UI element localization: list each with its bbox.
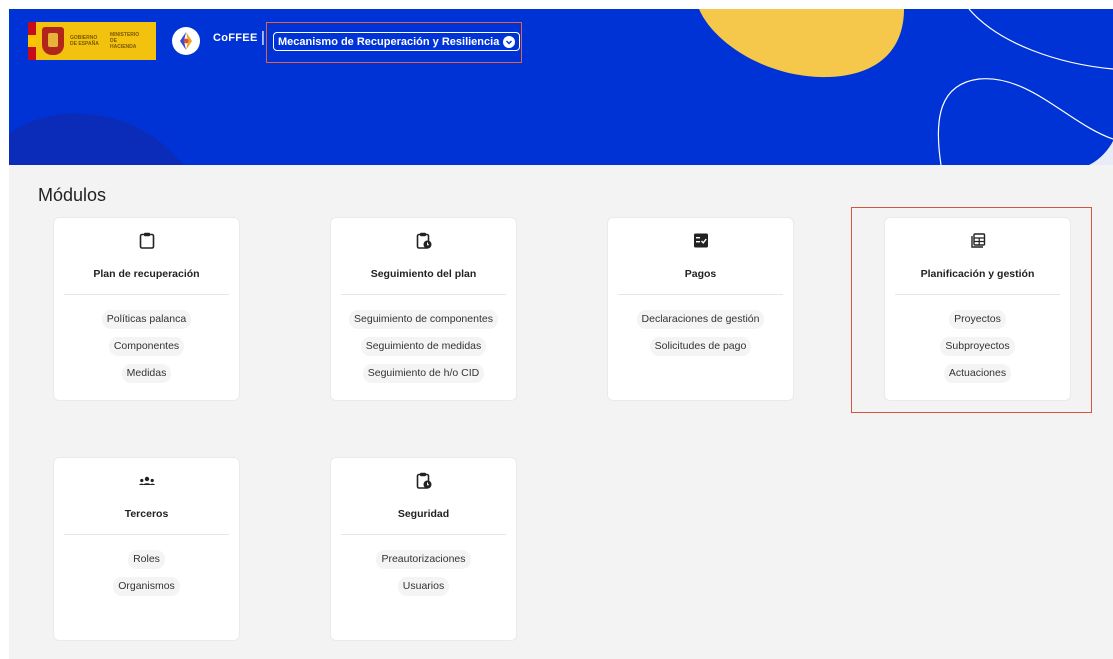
users-icon — [138, 476, 155, 485]
app-name[interactable]: CoFFEE — [213, 32, 258, 44]
module-card-terceros: Terceros Roles Organismos — [54, 458, 239, 640]
module-title: Seguimiento del plan — [370, 268, 477, 280]
divider — [341, 294, 506, 295]
page-title: Módulos — [38, 185, 107, 205]
link-roles[interactable]: Roles — [128, 550, 165, 569]
government-logo: GOBIERNO DE ESPAÑA MINISTERIO DE HACIEND… — [28, 22, 156, 61]
clipboard-clock-icon — [416, 472, 431, 489]
header-banner: GOBIERNO DE ESPAÑA MINISTERIO DE HACIEND… — [9, 9, 1113, 165]
link-medidas[interactable]: Medidas — [121, 364, 172, 383]
chevron-down-icon — [503, 35, 516, 48]
module-title: Plan de recuperación — [93, 268, 200, 280]
module-title: Seguridad — [397, 508, 450, 520]
plan-selector-dropdown[interactable]: Mecanismo de Recuperación y Resiliencia — [273, 32, 521, 51]
link-usuarios[interactable]: Usuarios — [397, 577, 450, 596]
link-politicas-palanca[interactable]: Políticas palanca — [101, 310, 192, 329]
gov-logo-text-1: GOBIERNO DE ESPAÑA — [70, 35, 99, 47]
gov-logo-text-2: MINISTERIO DE HACIENDA — [110, 32, 140, 50]
divider — [341, 534, 506, 535]
divider — [64, 294, 229, 295]
flag-stripe-icon — [28, 22, 36, 61]
module-card-seguridad: Seguridad Preautorizaciones Usuarios — [331, 458, 516, 640]
clipboard-icon — [139, 232, 154, 249]
module-card-seguimiento-plan: Seguimiento del plan Seguimiento de comp… — [331, 218, 516, 400]
file-check-icon — [693, 233, 708, 248]
link-seguimiento-cid[interactable]: Seguimiento de h/o CID — [362, 364, 485, 383]
coat-of-arms-icon — [42, 27, 64, 55]
plan-selector-value: Mecanismo de Recuperación y Resiliencia — [278, 35, 500, 48]
module-card-pagos: Pagos Declaraciones de gestión Solicitud… — [608, 218, 793, 400]
link-preautorizaciones[interactable]: Preautorizaciones — [376, 550, 471, 569]
clipboard-clock-icon — [416, 232, 431, 249]
divider — [64, 534, 229, 535]
link-seguimiento-componentes[interactable]: Seguimiento de componentes — [349, 310, 498, 329]
module-title: Terceros — [124, 508, 169, 520]
module-card-plan-recuperacion: Plan de recuperación Políticas palanca C… — [54, 218, 239, 400]
link-seguimiento-medidas[interactable]: Seguimiento de medidas — [360, 337, 487, 356]
link-organismos[interactable]: Organismos — [113, 577, 180, 596]
link-declaraciones-gestion[interactable]: Declaraciones de gestión — [636, 310, 765, 329]
link-solicitudes-pago[interactable]: Solicitudes de pago — [649, 337, 752, 356]
header-separator: | — [261, 29, 265, 46]
app-root: GOBIERNO DE ESPAÑA MINISTERIO DE HACIEND… — [9, 9, 1113, 659]
coffee-logo-icon[interactable] — [172, 27, 200, 55]
module-title: Pagos — [684, 268, 717, 280]
link-componentes[interactable]: Componentes — [108, 337, 185, 356]
divider — [618, 294, 783, 295]
planificacion-highlight — [851, 207, 1092, 413]
